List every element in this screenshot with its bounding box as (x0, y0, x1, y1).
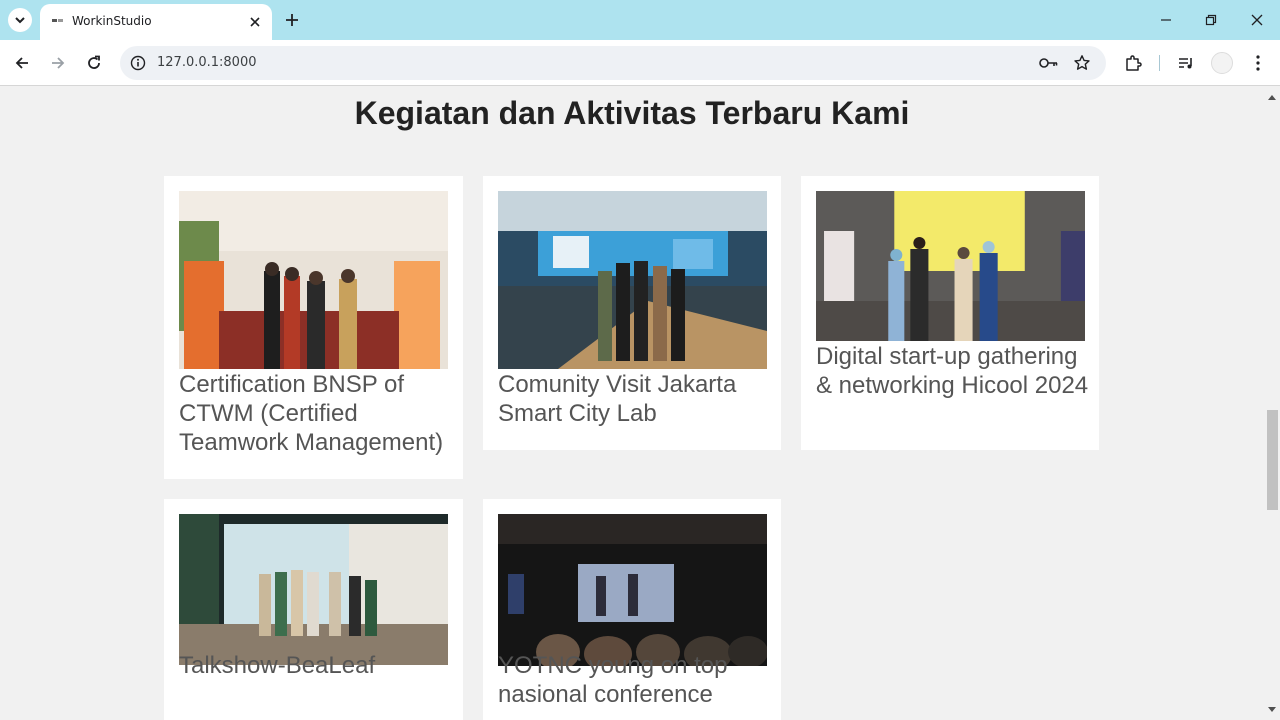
activity-photo (498, 514, 767, 666)
activity-caption[interactable]: Comunity Visit Jakarta Smart City Lab (498, 370, 778, 428)
triangle-down-icon (1268, 707, 1276, 712)
tab-search-button[interactable] (8, 8, 32, 32)
tab-strip: WorkinStudio (0, 0, 1280, 40)
reload-icon (88, 55, 100, 69)
page-viewport: Kegiatan dan Aktivitas Terbaru Kami Cert… (0, 87, 1264, 720)
back-button[interactable] (10, 51, 34, 75)
activity-card[interactable]: YOTNC young on top nasional conference (483, 499, 781, 720)
url-text[interactable]: 127.0.0.1:8000 (157, 55, 257, 70)
profile-avatar[interactable] (1211, 52, 1233, 74)
triangle-up-icon (1268, 95, 1276, 100)
forward-button[interactable] (46, 51, 70, 75)
minimize-button[interactable] (1154, 8, 1178, 32)
scroll-up-button[interactable] (1264, 89, 1280, 105)
key-icon (1039, 58, 1058, 68)
restore-button[interactable] (1199, 8, 1223, 32)
plus-icon (286, 14, 298, 26)
tab-title: WorkinStudio (72, 14, 152, 28)
arrow-left-icon (15, 57, 28, 69)
activity-caption[interactable]: Digital start-up gathering & networking … (816, 342, 1096, 400)
window-close-button[interactable] (1245, 8, 1269, 32)
scrollbar-thumb[interactable] (1267, 410, 1278, 510)
close-icon (1251, 14, 1263, 26)
new-tab-button[interactable] (282, 10, 302, 30)
password-key-button[interactable] (1039, 53, 1059, 73)
more-vertical-icon (1256, 55, 1260, 71)
section-title: Kegiatan dan Aktivitas Terbaru Kami (354, 95, 910, 131)
reload-button[interactable] (82, 51, 106, 75)
bookmark-button[interactable] (1072, 53, 1092, 73)
star-icon (1074, 55, 1090, 70)
activity-photo (179, 191, 448, 369)
info-icon (130, 55, 146, 71)
scroll-down-button[interactable] (1264, 702, 1280, 718)
playlist-icon (1179, 58, 1192, 69)
close-icon (250, 17, 260, 27)
arrow-right-icon (52, 57, 65, 69)
site-favicon-icon (52, 19, 63, 22)
address-bar[interactable]: 127.0.0.1:8000 (120, 46, 1106, 80)
minimize-icon (1161, 19, 1171, 21)
activity-photo (816, 191, 1085, 341)
puzzle-icon (1126, 55, 1142, 71)
media-control-button[interactable] (1175, 52, 1197, 74)
activity-caption[interactable]: Talkshow-BeaLeaf (179, 651, 459, 680)
activity-photo (498, 191, 767, 369)
activity-card[interactable]: Talkshow-BeaLeaf (164, 499, 463, 720)
extensions-button[interactable] (1122, 52, 1144, 74)
browser-toolbar: 127.0.0.1:8000 (0, 40, 1280, 86)
activity-caption[interactable]: YOTNC young on top nasional conference (498, 651, 778, 709)
activity-card[interactable]: Digital start-up gathering & networking … (801, 176, 1099, 450)
activity-caption[interactable]: Certification BNSP of CTWM (Certified Te… (179, 370, 459, 457)
restore-icon (1205, 14, 1217, 26)
toolbar-divider (1159, 55, 1160, 71)
activity-photo (179, 514, 448, 665)
browser-menu-button[interactable] (1247, 52, 1269, 74)
activity-card[interactable]: Certification BNSP of CTWM (Certified Te… (164, 176, 463, 479)
page-scrollbar[interactable] (1264, 87, 1280, 720)
chevron-down-icon (15, 17, 25, 24)
tab-close-button[interactable] (246, 13, 264, 31)
site-info-button[interactable] (128, 53, 148, 73)
activity-card[interactable]: Comunity Visit Jakarta Smart City Lab (483, 176, 781, 450)
active-tab[interactable]: WorkinStudio (40, 4, 272, 40)
